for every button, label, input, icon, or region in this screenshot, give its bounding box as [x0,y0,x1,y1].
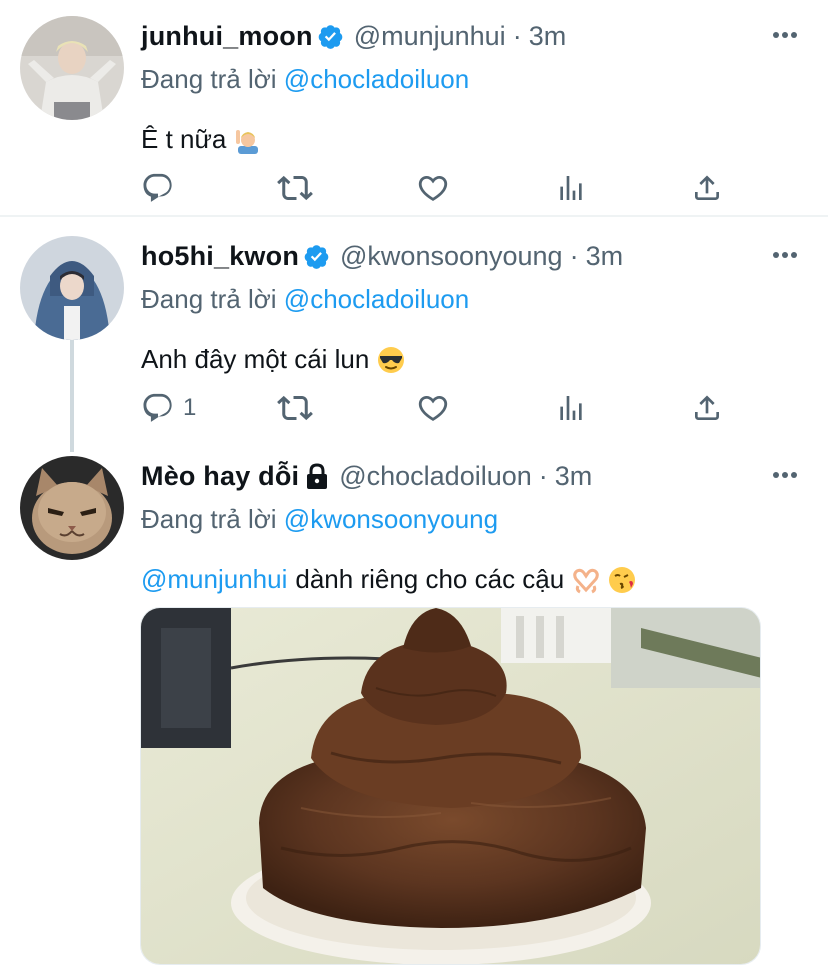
tweet-text-content: Ê t nữa [141,124,227,154]
tweet-text-content: dành riêng cho các cậu [295,564,565,594]
reply-icon [143,173,172,202]
replying-to-line: Đang trả lời @chocladoiluon [141,284,469,315]
face-blowing-kiss-emoji [608,566,636,594]
share-button[interactable] [691,388,723,428]
retweet-button[interactable] [277,388,313,428]
tweet-text: Ê t nữa [141,124,262,155]
timestamp[interactable]: 3m [529,22,567,50]
replying-to-line: Đang trả lời @kwonsoonyoung [141,504,498,535]
display-name[interactable]: Mèo hay dỗi [141,462,299,490]
retweet-button[interactable] [277,168,313,208]
tweet-1[interactable]: junhui_moon @munjunhui · 3m Đang trả lời… [0,16,828,216]
user-handle[interactable]: @munjunhui [354,22,506,50]
replying-to-mention[interactable]: @chocladoiluon [284,284,469,314]
heart-icon [418,175,448,201]
analytics-button[interactable] [555,168,587,208]
reply-button[interactable] [141,168,183,208]
sunglasses-emoji [377,346,405,374]
timestamp[interactable]: 3m [586,242,624,270]
tweet-text: Anh đây một cái lun [141,344,405,375]
reply-count: 1 [183,394,197,421]
tweet-header: junhui_moon @munjunhui · 3m [141,16,566,56]
separator-dot: · [569,240,579,271]
tweet-header: ho5hi_kwon @kwonsoonyoung · 3m [141,236,623,276]
verified-badge-icon [303,243,330,270]
replying-prefix: Đang trả lời [141,284,277,314]
tweet-text: @munjunhui dành riêng cho các cậu [141,564,636,595]
more-options-icon[interactable] [770,240,800,270]
tweet-3[interactable]: Mèo hay dỗi @chocladoiluon · 3m Đang trả… [0,456,828,978]
avatar-ho5hi-kwon[interactable] [20,236,124,340]
tweet-actions [141,168,741,208]
tweet-separator [0,215,828,217]
avatar-meo-hay-doi[interactable] [20,456,124,560]
separator-dot: · [538,460,548,491]
analytics-icon [560,396,582,420]
analytics-button[interactable] [555,388,587,428]
separator-dot: · [512,20,522,51]
reply-button[interactable]: 1 [141,388,196,428]
reply-icon [143,393,172,422]
person-raising-hand-emoji [234,126,262,154]
more-options-icon[interactable] [770,20,800,50]
share-icon [695,395,719,420]
tweet-text-content: Anh đây một cái lun [141,344,370,374]
timestamp[interactable]: 3m [555,462,593,490]
replying-to-mention[interactable]: @kwonsoonyoung [284,504,498,534]
retweet-icon [277,175,313,201]
replying-to-line: Đang trả lời @chocladoiluon [141,64,469,95]
replying-prefix: Đang trả lời [141,504,277,534]
analytics-icon [560,176,582,200]
replying-prefix: Đang trả lời [141,64,277,94]
tweet-mention-link[interactable]: @munjunhui [141,564,287,595]
display-name[interactable]: junhui_moon [141,22,313,50]
tweet-actions: 1 [141,388,741,428]
heart-hands-emoji [572,566,600,594]
display-name[interactable]: ho5hi_kwon [141,242,299,270]
more-options-icon[interactable] [770,460,800,490]
protected-lock-icon [305,462,329,490]
like-button[interactable] [416,388,450,428]
retweet-icon [277,395,313,421]
chocolate-cake-photo[interactable] [140,607,761,965]
user-handle[interactable]: @kwonsoonyoung [340,242,563,270]
tweet-header: Mèo hay dỗi @chocladoiluon · 3m [141,456,592,496]
user-handle[interactable]: @chocladoiluon [339,462,532,490]
like-button[interactable] [416,168,450,208]
avatar-junhui-moon[interactable] [20,16,124,120]
replying-to-mention[interactable]: @chocladoiluon [284,64,469,94]
heart-icon [418,395,448,421]
tweet-2[interactable]: ho5hi_kwon @kwonsoonyoung · 3m Đang trả … [0,236,828,436]
share-icon [695,175,719,200]
verified-badge-icon [317,23,344,50]
share-button[interactable] [691,168,723,208]
